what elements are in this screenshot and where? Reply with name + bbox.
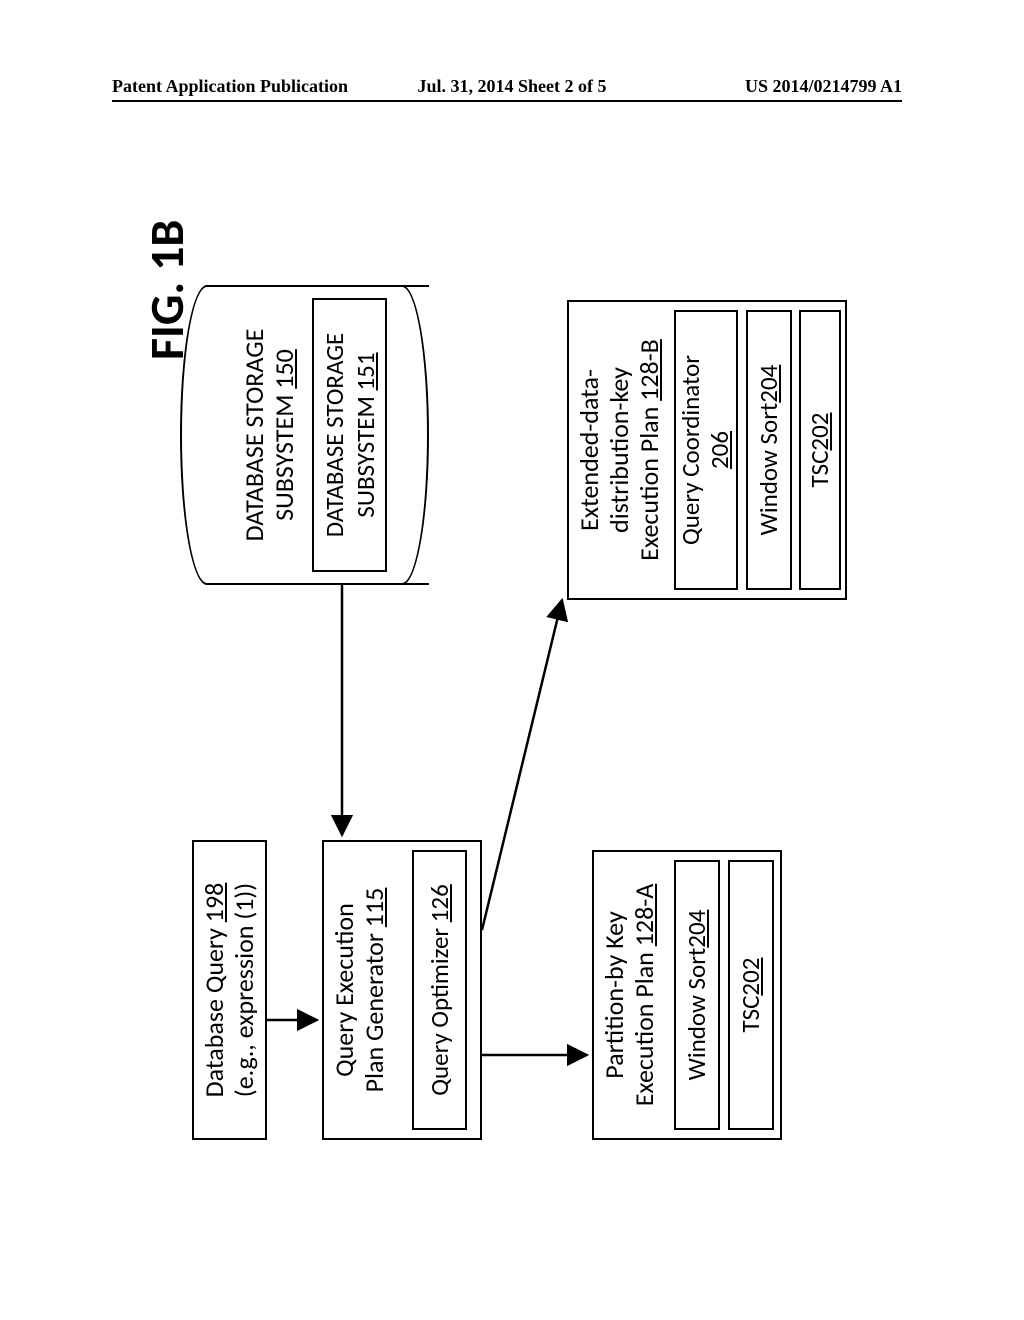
- plan-b-title2: distribution-key: [603, 367, 635, 533]
- database-query-line1: Database Query: [198, 922, 230, 1097]
- plan-generator-ref: 115: [358, 888, 390, 928]
- plan-generator-line1: Query Execution: [328, 903, 360, 1077]
- plan-b-title: Extended-data- distribution-key Executio…: [575, 302, 665, 598]
- plan-a-title: Partition-by Key Execution Plan 128-A: [600, 852, 660, 1138]
- plan-generator-text: Query Execution Plan Generator 115: [330, 888, 390, 1093]
- header-rule: [112, 100, 902, 102]
- page: Patent Application Publication Jul. 31, …: [0, 0, 1024, 1320]
- plan-b-ref: 128-B: [633, 339, 665, 401]
- cylinder-bottom: [402, 285, 429, 585]
- query-optimizer-box: Query Optimizer 126: [412, 850, 467, 1130]
- storage-1-line1: DATABASE STORAGE: [238, 329, 270, 542]
- storage-2-box: DATABASE STORAGE SUBSYSTEM 151: [312, 298, 387, 572]
- plan-a-title2: Execution Plan: [628, 946, 660, 1106]
- database-query-line2: (e.g., expression (1)): [228, 883, 260, 1097]
- plan-a-ref: 128-A: [628, 884, 660, 947]
- database-query-text: Database Query 198 (e.g., expression (1)…: [200, 883, 260, 1098]
- storage-2-line2: SUBSYSTEM: [350, 390, 381, 517]
- plan-a-window-sort-ref: 204: [683, 910, 712, 948]
- plan-b-title1: Extended-data-: [573, 369, 605, 531]
- storage-2-text: DATABASE STORAGE SUBSYSTEM 151: [319, 333, 381, 538]
- plan-b-tsc-ref: 202: [806, 413, 835, 451]
- plan-b-tsc: TSC 202: [799, 310, 841, 590]
- plan-b-coordinator-label: Query Coordinator: [675, 355, 706, 545]
- plan-b-tsc-label: TSC: [806, 451, 835, 488]
- plan-b-window-sort-label: Window Sort: [755, 403, 784, 536]
- query-optimizer-label: Query Optimizer: [424, 922, 455, 1096]
- header-right: US 2014/0214799 A1: [745, 76, 902, 97]
- database-query-box: Database Query 198 (e.g., expression (1)…: [192, 840, 267, 1140]
- plan-b-coordinator-ref: 206: [704, 431, 735, 469]
- plan-a-tsc: TSC 202: [728, 860, 774, 1130]
- storage-1-text: DATABASE STORAGE SUBSYSTEM 150: [240, 285, 300, 585]
- storage-2-ref: 151: [350, 352, 381, 390]
- plan-b-window-sort: Window Sort 204: [746, 310, 792, 590]
- storage-1-ref: 150: [268, 349, 300, 389]
- arrow-opt-to-planB: [482, 600, 562, 930]
- plan-a-window-sort-label: Window Sort: [683, 948, 712, 1081]
- diagram-stage: FIG. 1B Database Query 198 (e.g., expres…: [112, 150, 902, 1230]
- storage-1-line2: SUBSYSTEM: [268, 389, 300, 521]
- cylinder-bottom-wrap: [402, 285, 456, 585]
- storage-2-line1: DATABASE STORAGE: [319, 333, 350, 538]
- plan-a-tsc-ref: 202: [737, 958, 766, 996]
- diagram-rotated: FIG. 1B Database Query 198 (e.g., expres…: [112, 150, 902, 1230]
- plan-a-window-sort: Window Sort 204: [674, 860, 720, 1130]
- plan-b-box: Extended-data- distribution-key Executio…: [567, 300, 847, 600]
- plan-b-title3: Execution Plan: [633, 401, 665, 561]
- plan-a-tsc-label: TSC: [737, 996, 766, 1033]
- plan-a-box: Partition-by Key Execution Plan 128-A Wi…: [592, 850, 782, 1140]
- plan-generator-line2: Plan Generator: [358, 927, 390, 1092]
- plan-a-title1: Partition-by Key: [598, 911, 630, 1078]
- database-query-ref: 198: [198, 883, 230, 923]
- plan-b-window-sort-ref: 204: [755, 365, 784, 403]
- query-optimizer-text: Query Optimizer 126: [424, 884, 455, 1096]
- query-optimizer-ref: 126: [424, 884, 455, 922]
- plan-b-coordinator: Query Coordinator 206: [674, 310, 738, 590]
